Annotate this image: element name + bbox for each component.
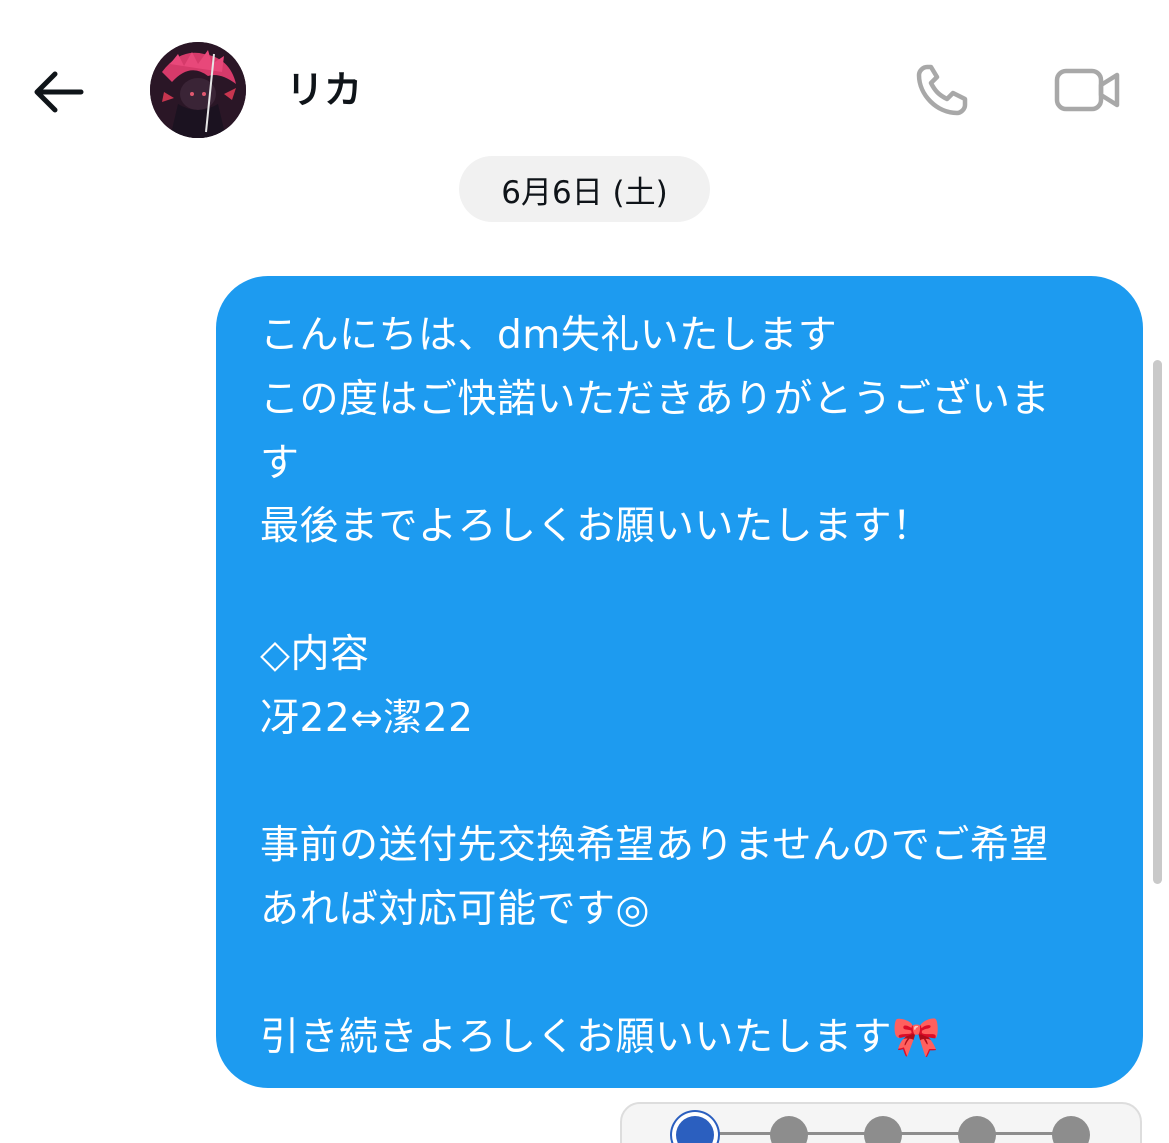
step-dot-3[interactable] bbox=[864, 1116, 902, 1143]
avatar[interactable] bbox=[150, 42, 246, 138]
message-line: 最後までよろしくお願いいたします！ bbox=[260, 504, 932, 550]
arrow-left-icon bbox=[34, 71, 84, 113]
dm-conversation-screen: リカ 6月6日 (土) こんにちは、dm失礼いたします この度はご快諾いただきあ… bbox=[0, 0, 1169, 1143]
call-button[interactable] bbox=[908, 58, 976, 122]
page-stepper bbox=[620, 1102, 1142, 1143]
step-dot-4[interactable] bbox=[958, 1116, 996, 1143]
phone-icon bbox=[916, 64, 968, 116]
message-line bbox=[260, 751, 1107, 815]
message-line: 事前の送付先交換希望ありませんのでご希望 bbox=[260, 823, 1049, 869]
message-line: あれば対応可能です◎ bbox=[260, 887, 651, 933]
message-line: ◇内容 bbox=[260, 631, 370, 677]
avatar-image bbox=[150, 42, 246, 138]
message-line: 冴22⇔潔22 bbox=[260, 695, 474, 741]
step-dot-5[interactable] bbox=[1052, 1116, 1090, 1143]
message-line: す bbox=[260, 440, 300, 486]
message-bubble[interactable]: こんにちは、dm失礼いたします この度はご快諾いただきありがとうございま す 最… bbox=[216, 276, 1143, 1088]
date-separator: 6月6日 (土) bbox=[459, 156, 710, 222]
video-call-button[interactable] bbox=[1050, 60, 1126, 120]
message-line: この度はご快諾いただきありがとうございま bbox=[260, 376, 1051, 422]
step-dot-2[interactable] bbox=[770, 1116, 808, 1143]
back-button[interactable] bbox=[28, 62, 88, 122]
message-line: こんにちは、dm失礼いたします bbox=[260, 313, 838, 358]
message-line: 引き続きよろしくお願いいたします🎀 bbox=[260, 1014, 942, 1060]
video-camera-icon bbox=[1054, 68, 1120, 112]
scrollbar-thumb[interactable] bbox=[1153, 360, 1162, 884]
message-line bbox=[260, 942, 1107, 1006]
message-line bbox=[260, 559, 1107, 623]
contact-name[interactable]: リカ bbox=[286, 64, 362, 116]
step-dot-1[interactable] bbox=[676, 1116, 714, 1143]
